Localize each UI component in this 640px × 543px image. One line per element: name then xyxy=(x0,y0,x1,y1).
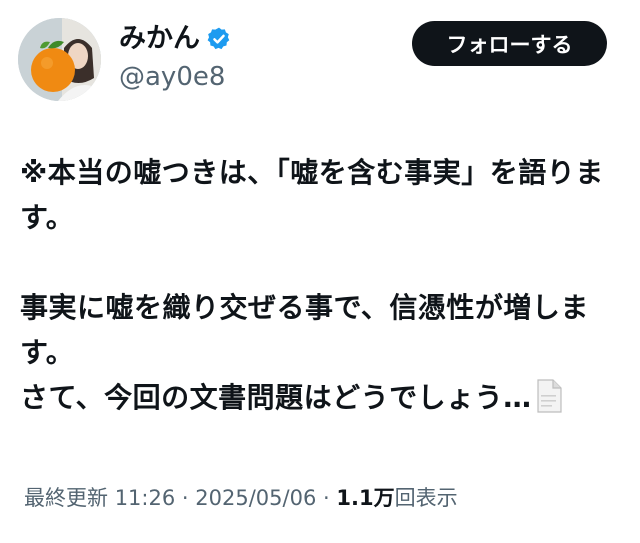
follow-button[interactable]: フォローする xyxy=(412,21,607,66)
post-line-4: さて、今回の文書問題はどうでしょう… xyxy=(20,375,628,420)
post-line-1: ※本当の嘘つきは、「嘘を含む事実」を語ります。 xyxy=(20,156,604,234)
verified-badge-icon xyxy=(207,27,230,50)
user-handle[interactable]: @ay0e8 xyxy=(119,60,225,94)
avatar-image xyxy=(18,18,101,101)
page-facing-up-icon xyxy=(537,379,562,413)
meta-separator-2: · xyxy=(323,486,330,510)
post-line-blank xyxy=(20,240,628,285)
views-count: 1.1万 xyxy=(336,486,395,510)
post-line-3: 事実に嘘を織り交ぜる事で、信憑性が増します。 xyxy=(20,291,589,369)
updated-label: 最終更新 xyxy=(24,486,108,510)
avatar[interactable] xyxy=(18,18,101,101)
display-name[interactable]: みかん xyxy=(119,22,200,56)
post-metadata: 最終更新 11:26 · 2025/05/06 · 1.1万回表示 xyxy=(24,482,458,514)
views-label: 回表示 xyxy=(394,486,458,510)
display-name-row: みかん xyxy=(119,22,232,56)
post-text: ※本当の嘘つきは、「嘘を含む事実」を語ります。 事実に嘘を織り交ぜる事で、信憑性… xyxy=(20,150,628,420)
post-time[interactable]: 11:26 xyxy=(115,486,176,510)
post-line-4-text: さて、今回の文書問題はどうでしょう… xyxy=(20,381,532,414)
post-date[interactable]: 2025/05/06 xyxy=(195,486,316,510)
meta-separator: · xyxy=(181,486,189,510)
